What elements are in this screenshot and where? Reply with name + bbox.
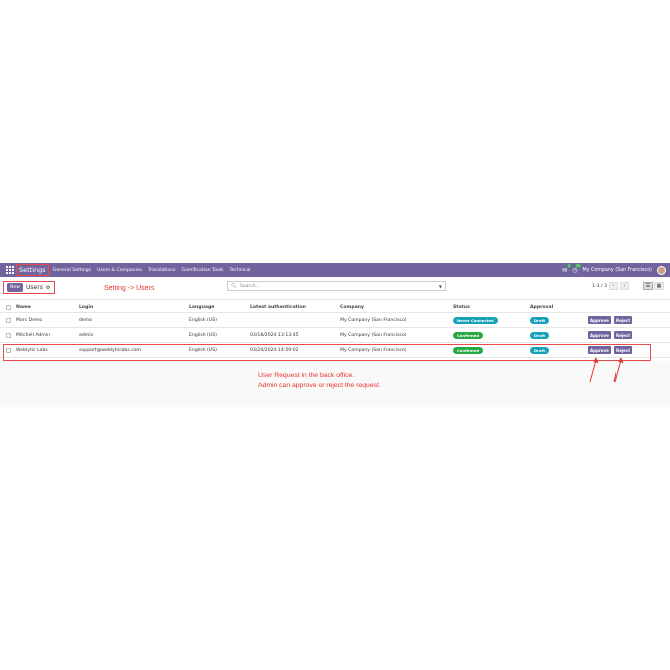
annotation-request: User Request in the back office. Admin c… xyxy=(258,371,381,391)
pager-value[interactable]: 1-3 / 3 xyxy=(592,284,607,289)
pager: 1-3 / 3 ‹ › xyxy=(592,282,629,290)
menu-gamification-tools[interactable]: Gamification Tools xyxy=(182,268,224,273)
top-navbar: Settings General Settings Users & Compan… xyxy=(0,263,670,277)
search-icon: 🔍︎ xyxy=(231,283,237,289)
gear-icon[interactable]: ⚙ xyxy=(46,285,50,291)
cell-company: My Company (San Francisco) xyxy=(340,333,407,338)
header-status[interactable]: Status xyxy=(453,305,470,310)
header-login[interactable]: Login xyxy=(79,305,93,310)
chat-badge: 2 xyxy=(566,263,572,268)
list-view-icon[interactable]: ☰ xyxy=(643,282,653,290)
cell-language: English (US) xyxy=(189,318,217,323)
view-switcher: ☰ ▦ xyxy=(643,282,664,290)
annotation-line-1: User Request in the back office. xyxy=(258,372,355,379)
company-switcher[interactable]: My Company (San Francisco) xyxy=(582,268,652,273)
reject-button[interactable]: Reject xyxy=(614,331,633,339)
breadcrumb-highlight: New Users ⚙ xyxy=(3,281,55,294)
apps-grid-icon[interactable] xyxy=(6,266,14,274)
kanban-view-icon[interactable]: ▦ xyxy=(654,282,664,290)
table-row[interactable]: Mitchell Admin admin English (US) 03/18/… xyxy=(0,328,670,343)
avatar[interactable] xyxy=(657,265,666,275)
chevron-down-icon[interactable]: ▼ xyxy=(439,284,442,289)
cell-login: admin xyxy=(79,333,94,338)
cell-name: Marc Demo xyxy=(16,318,43,323)
arrow-reject-head xyxy=(618,357,624,363)
row-checkbox[interactable] xyxy=(6,318,11,323)
activity-badge: 25 xyxy=(574,263,582,268)
annotation-arrow-reject xyxy=(614,357,624,383)
arrow-approve-head xyxy=(593,357,599,363)
approve-button[interactable]: Approve xyxy=(588,331,611,339)
page-title: Users xyxy=(26,284,43,291)
row-checkbox[interactable] xyxy=(6,333,11,338)
approval-badge: Draft xyxy=(530,332,550,339)
main-menu: General Settings Users & Companies Trans… xyxy=(53,268,251,273)
menu-general-settings[interactable]: General Settings xyxy=(53,268,91,273)
menu-translations[interactable]: Translations xyxy=(148,268,175,273)
cell-language: English (US) xyxy=(189,333,217,338)
request-row-highlight xyxy=(3,344,651,361)
search-input[interactable]: 🔍︎ Search... ▼ xyxy=(227,281,446,291)
table-header: Name Login Language Latest authenticatio… xyxy=(0,299,670,313)
table-row[interactable]: Marc Demo demo English (US) My Company (… xyxy=(0,313,670,328)
select-all-checkbox[interactable] xyxy=(6,305,11,310)
search-placeholder: Search... xyxy=(239,283,261,289)
chat-icon[interactable]: ✉ 2 xyxy=(562,263,572,274)
approval-badge: Draft xyxy=(530,317,550,324)
header-approval[interactable]: Approval xyxy=(530,305,553,310)
control-panel: New Users ⚙ Setting -> Users 🔍︎ Search..… xyxy=(0,277,670,299)
annotation-line-2: Admin can approve or reject the request. xyxy=(258,382,381,389)
cell-latest-authentication: 03/18/2024 13:13:45 xyxy=(250,333,299,338)
header-company[interactable]: Company xyxy=(340,305,364,310)
header-language[interactable]: Language xyxy=(189,305,214,310)
cell-login: demo xyxy=(79,318,93,323)
reject-button[interactable]: Reject xyxy=(614,316,633,324)
pager-next-icon[interactable]: › xyxy=(619,282,629,290)
status-badge: Never Connected xyxy=(453,317,498,324)
status-badge: Confirmed xyxy=(453,332,484,339)
menu-users-companies[interactable]: Users & Companies xyxy=(97,268,142,273)
new-button[interactable]: New xyxy=(7,283,24,292)
menu-technical[interactable]: Technical xyxy=(229,268,250,273)
app-title[interactable]: Settings xyxy=(16,264,49,276)
cell-name: Mitchell Admin xyxy=(16,333,50,338)
cell-company: My Company (San Francisco) xyxy=(340,318,407,323)
arrow-reject-shaft xyxy=(614,359,622,383)
header-name[interactable]: Name xyxy=(16,305,31,310)
header-latest-authentication[interactable]: Latest authentication xyxy=(250,305,306,310)
navbar-systray: ✉ 2 ◷ 25 My Company (San Francisco) xyxy=(562,263,666,275)
approve-button[interactable]: Approve xyxy=(588,316,611,324)
pager-previous-icon[interactable]: ‹ xyxy=(608,282,618,290)
arrow-approve-line xyxy=(589,359,597,383)
annotation-setting-users: Setting -> Users xyxy=(104,285,155,292)
activity-clock-icon[interactable]: ◷ 25 xyxy=(572,263,582,274)
